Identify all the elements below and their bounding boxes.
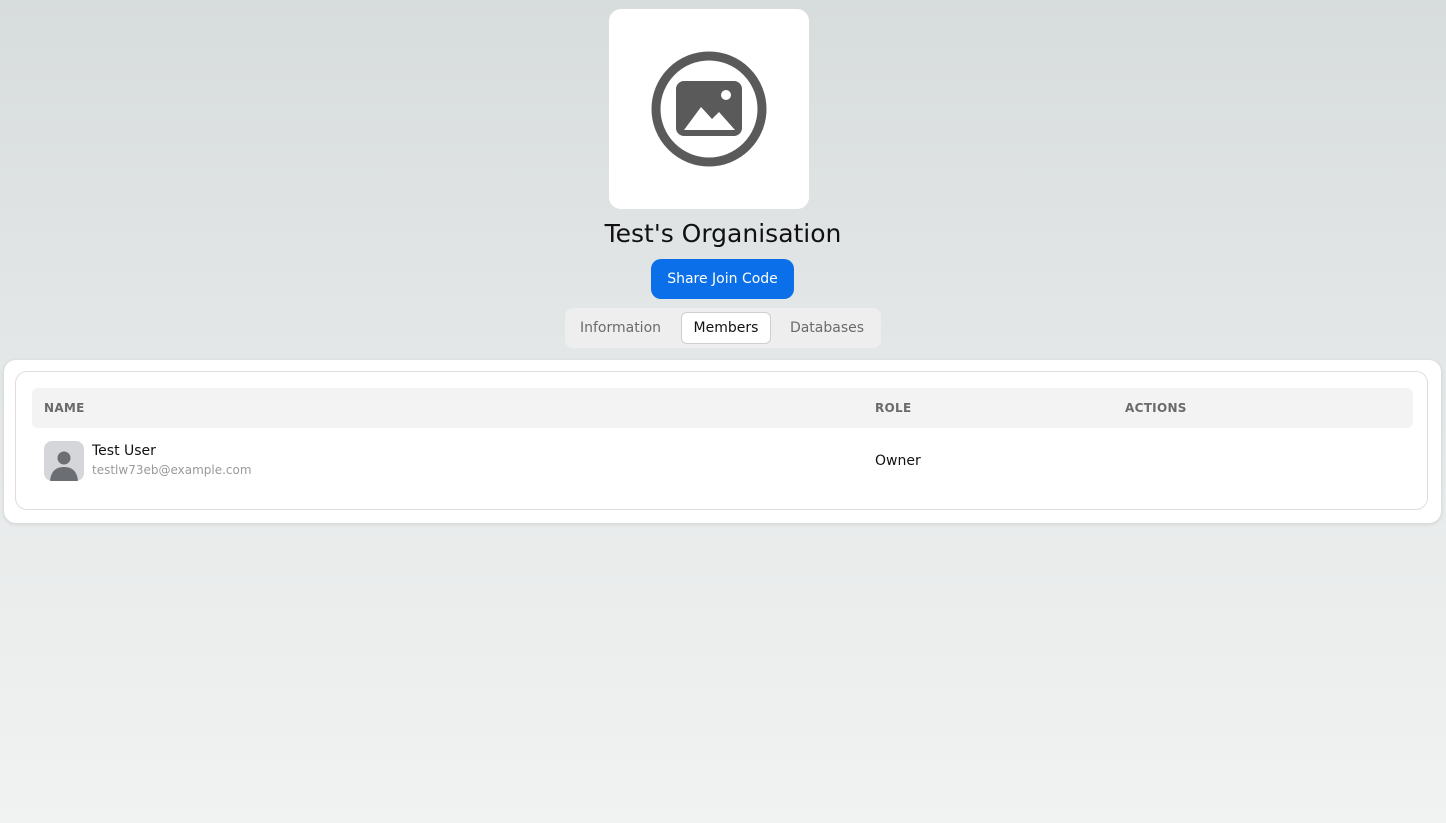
header-actions: ACTIONS xyxy=(1125,401,1187,415)
tab-members[interactable]: Members xyxy=(681,312,771,344)
members-panel: NAME ROLE ACTIONS Test User testlw73eb@e… xyxy=(4,360,1441,523)
header-name: NAME xyxy=(44,401,85,415)
members-table: NAME ROLE ACTIONS Test User testlw73eb@e… xyxy=(15,371,1428,510)
table-row: Test User testlw73eb@example.com Owner xyxy=(32,438,1413,488)
member-role: Owner xyxy=(875,453,921,469)
tab-information[interactable]: Information xyxy=(569,312,672,344)
tab-bar: Information Members Databases xyxy=(565,308,881,348)
member-name: Test User xyxy=(92,443,156,459)
image-placeholder-icon xyxy=(651,51,767,167)
table-header: NAME ROLE ACTIONS xyxy=(32,388,1413,428)
header-role: ROLE xyxy=(875,401,912,415)
organisation-title: Test's Organisation xyxy=(604,219,842,248)
avatar xyxy=(44,441,84,481)
organisation-image xyxy=(609,9,809,209)
user-avatar-icon xyxy=(50,451,78,481)
member-email: testlw73eb@example.com xyxy=(92,463,252,477)
tab-databases[interactable]: Databases xyxy=(777,312,877,344)
share-join-code-button[interactable]: Share Join Code xyxy=(651,259,794,299)
